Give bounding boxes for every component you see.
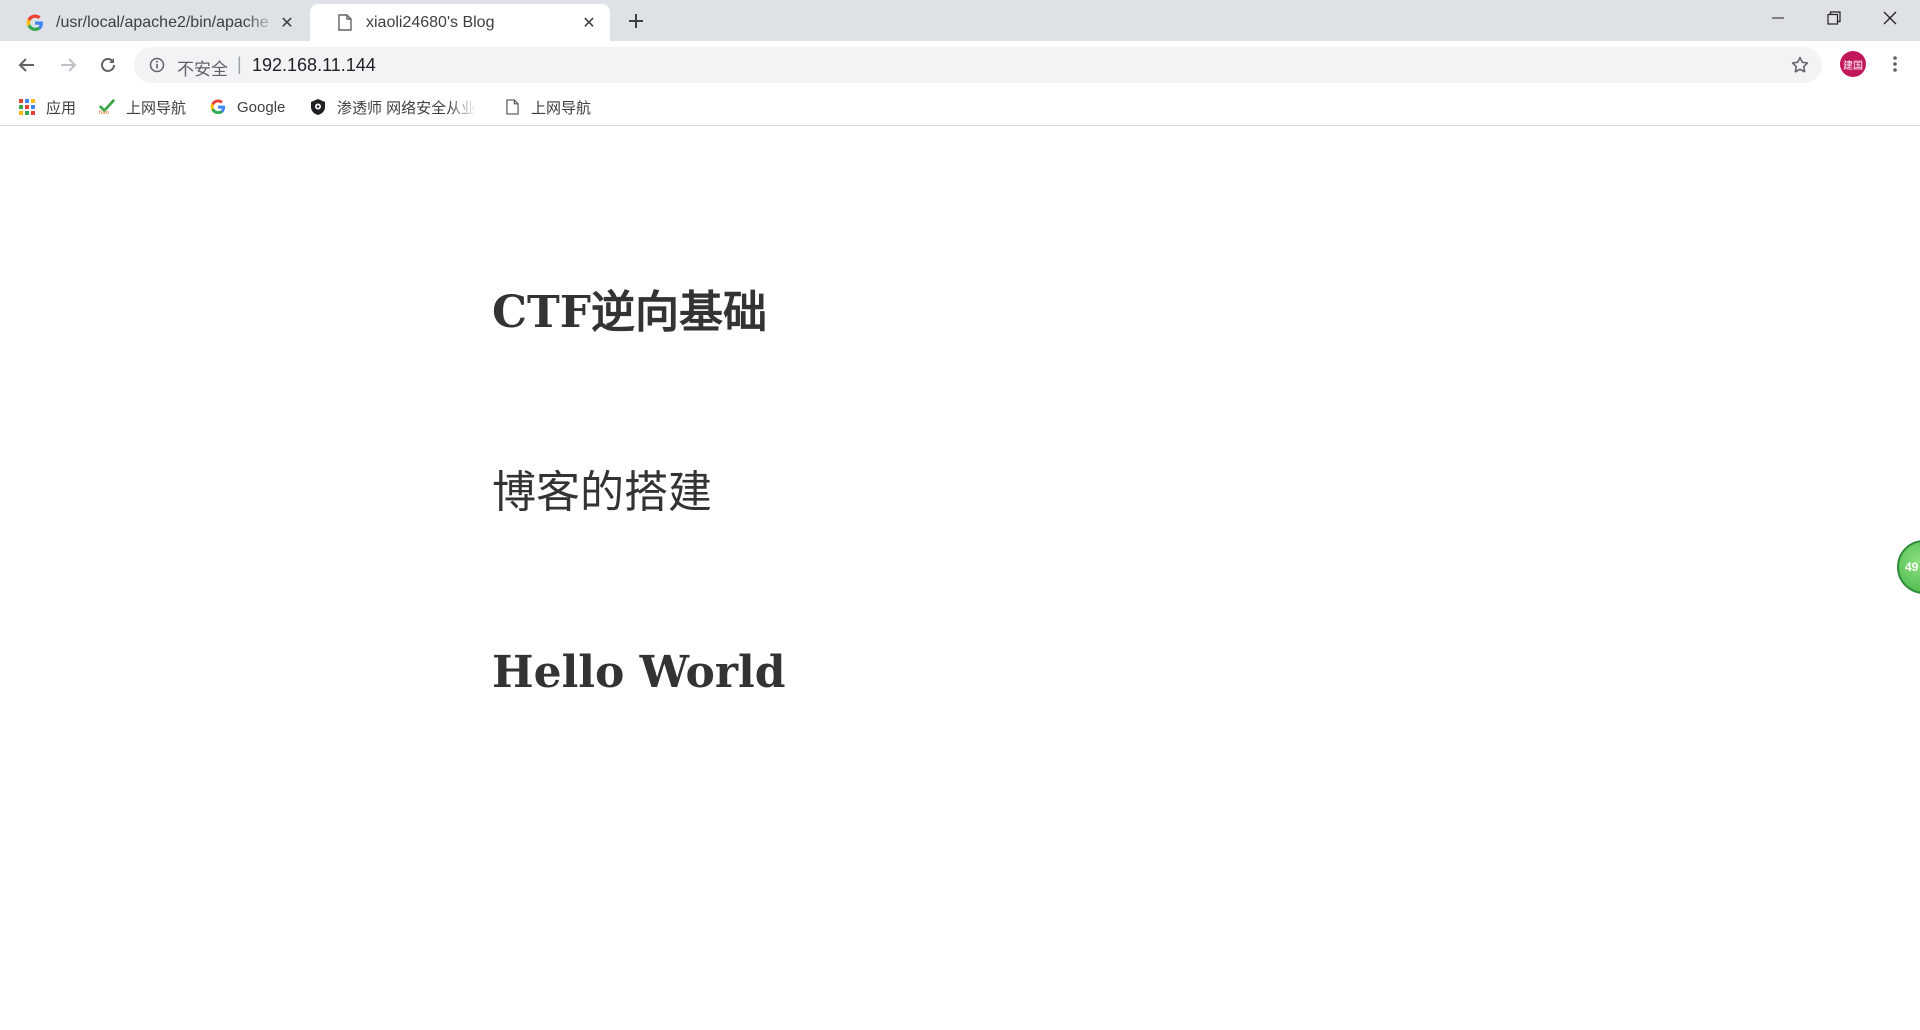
bookmark-google[interactable]: Google <box>209 96 285 118</box>
security-label: 不安全 <box>177 60 228 79</box>
tab-strip: /usr/local/apache2/bin/apache ✕ xiaoli24… <box>0 0 1920 41</box>
minimize-icon <box>1772 17 1784 19</box>
profile-avatar[interactable]: 建国 <box>1840 51 1866 77</box>
arrow-left-icon <box>18 58 34 72</box>
arrow-right-icon <box>61 58 77 72</box>
bookmark-hao-nav-2[interactable]: 上网导航 <box>503 96 591 118</box>
url-text[interactable]: 192.168.11.144 <box>252 55 376 76</box>
minimize-button[interactable] <box>1750 0 1806 36</box>
forward-button[interactable] <box>54 51 82 79</box>
post-title-link[interactable]: CTF逆向基础 <box>492 287 767 339</box>
hao-check-icon: hao <box>98 98 116 116</box>
new-tab-button[interactable] <box>624 9 648 33</box>
browser-toolbar: 不安全 | 192.168.11.144 建国 <box>0 41 1920 88</box>
bookmark-label: 上网导航 <box>126 99 187 117</box>
bookmark-label: 应用 <box>46 99 77 117</box>
plus-icon <box>629 14 643 28</box>
tab-title: /usr/local/apache2/bin/apache <box>56 13 269 31</box>
reload-icon <box>101 58 115 72</box>
page-icon <box>503 98 521 116</box>
close-icon <box>1883 11 1897 25</box>
google-g-icon <box>26 14 44 32</box>
bookmark-star-icon[interactable] <box>1790 55 1810 75</box>
bookmark-apps[interactable]: 应用 <box>18 96 76 118</box>
bookmark-label: Google <box>237 98 286 116</box>
google-g-icon <box>209 98 227 116</box>
floating-speed-widget[interactable]: 49 <box>1897 540 1920 594</box>
restore-button[interactable] <box>1806 0 1862 36</box>
tab-blog[interactable]: xiaoli24680's Blog ✕ <box>310 4 610 41</box>
reload-button[interactable] <box>94 51 122 79</box>
bookmark-label: 上网导航 <box>531 99 592 117</box>
shield-icon <box>309 98 327 116</box>
apps-grid-icon <box>18 98 36 116</box>
bookmarks-bar: 应用 hao 上网导航 Google 渗透师 网络安全从业 上网导航 <box>0 88 1920 126</box>
close-icon[interactable]: ✕ <box>278 14 296 32</box>
tab-apache[interactable]: /usr/local/apache2/bin/apache ✕ <box>0 4 308 41</box>
page-content: CTF逆向基础 博客的搭建 Hello World 49 <box>0 126 1920 1030</box>
menu-button[interactable] <box>1882 51 1908 77</box>
kebab-menu-icon <box>1893 56 1897 72</box>
svg-text:hao: hao <box>99 110 109 116</box>
post-title-link[interactable]: Hello World <box>492 647 786 699</box>
bookmark-hao-nav[interactable]: hao 上网导航 <box>98 96 186 118</box>
close-icon[interactable]: ✕ <box>580 14 598 32</box>
page-icon <box>336 14 354 32</box>
separator: | <box>237 54 242 74</box>
bookmark-label: 渗透师 网络安全从业 <box>337 99 477 117</box>
info-icon[interactable] <box>148 56 166 74</box>
bookmark-pentest[interactable]: 渗透师 网络安全从业 <box>309 96 476 118</box>
window-close-button[interactable] <box>1862 0 1918 36</box>
restore-icon <box>1827 11 1841 25</box>
tab-title: xiaoli24680's Blog <box>366 13 495 31</box>
back-button[interactable] <box>13 51 41 79</box>
post-title-link[interactable]: 博客的搭建 <box>492 467 712 519</box>
address-bar[interactable]: 不安全 | 192.168.11.144 <box>134 47 1822 83</box>
